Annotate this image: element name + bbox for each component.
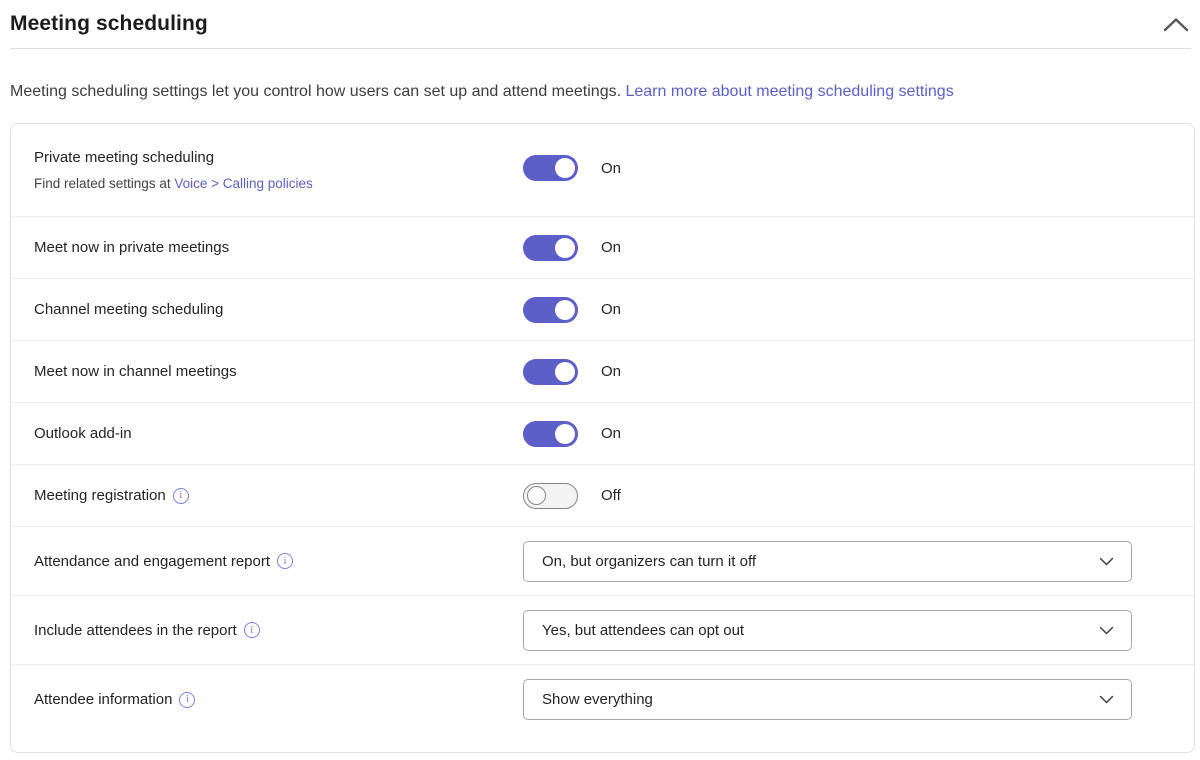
toggle-state-label: On (601, 425, 622, 442)
toggle-outlook-addin[interactable] (523, 420, 578, 447)
chevron-down-icon (1099, 557, 1114, 566)
setting-label: Meet now in channel meetings (34, 363, 237, 380)
toggle-state-label: On (601, 159, 622, 177)
setting-row-channel-meeting-scheduling: Channel meeting scheduling On (11, 279, 1194, 341)
toggle-meet-now-private[interactable] (523, 234, 578, 261)
chevron-down-icon (1099, 695, 1114, 704)
setting-label: Include attendees in the report (34, 621, 237, 639)
label-col: Channel meeting scheduling (34, 301, 523, 318)
setting-label: Meet now in private meetings (34, 239, 230, 256)
toggle-thumb (555, 361, 575, 382)
control-col: On (523, 358, 622, 385)
dropdown-attendance-report[interactable]: On, but organizers can turn it off (523, 540, 1132, 582)
dropdown-include-attendees[interactable]: Yes, but attendees can opt out (523, 609, 1132, 651)
toggle-meeting-registration[interactable] (523, 482, 578, 509)
toggle-channel-meeting-scheduling[interactable] (523, 296, 578, 323)
control-col: Show everything (523, 679, 1132, 720)
label-col: Outlook add-in (34, 425, 523, 442)
dropdown-attendee-information[interactable]: Show everything (523, 679, 1132, 720)
toggle-thumb (555, 299, 575, 320)
toggle-thumb (555, 423, 575, 444)
dropdown-selected-value: Show everything (542, 691, 653, 708)
label-col: Private meeting scheduling Find related … (34, 124, 523, 191)
control-col: On (523, 296, 622, 323)
setting-label: Meeting registration (34, 487, 166, 504)
settings-card: Private meeting scheduling Find related … (10, 123, 1195, 753)
chevron-down-icon (1099, 626, 1114, 635)
dropdown-selected-value: Yes, but attendees can opt out (542, 621, 745, 639)
setting-label: Outlook add-in (34, 425, 132, 442)
toggle-state-label: On (601, 301, 622, 318)
setting-label: Attendance and engagement report (34, 552, 271, 570)
label-col: Include attendees in the report i (34, 622, 523, 639)
dropdown-selected-value: On, but organizers can turn it off (542, 552, 757, 570)
setting-row-meeting-registration: Meeting registration i Off (11, 465, 1194, 527)
label-col: Attendee information i (34, 691, 523, 708)
toggle-thumb (527, 485, 546, 505)
setting-row-attendance-report: Attendance and engagement report i On, b… (11, 527, 1194, 596)
related-settings-note: Find related settings at Voice > Calling… (34, 176, 523, 191)
collapse-section-button[interactable] (1159, 10, 1193, 38)
setting-row-attendee-information: Attendee information i Show everything (11, 665, 1194, 734)
setting-row-meet-now-private: Meet now in private meetings On (11, 217, 1194, 279)
toggle-state-label: On (601, 239, 622, 256)
learn-more-link[interactable]: Learn more about meeting scheduling sett… (625, 83, 953, 100)
label-col: Meeting registration i (34, 487, 523, 504)
setting-label: Private meeting scheduling (34, 149, 215, 166)
info-icon[interactable]: i (243, 622, 260, 638)
page-title: Meeting scheduling (10, 12, 208, 35)
setting-row-outlook-addin: Outlook add-in On (11, 403, 1194, 465)
header-divider (10, 48, 1191, 49)
related-settings-text: Find related settings at (34, 176, 171, 191)
control-col: On (523, 124, 621, 181)
section-description: Meeting scheduling settings let you cont… (10, 79, 1025, 105)
description-text: Meeting scheduling settings let you cont… (10, 83, 622, 100)
info-icon[interactable]: i (277, 553, 294, 569)
toggle-state-label: On (601, 363, 622, 380)
toggle-thumb (555, 237, 575, 258)
control-col: On (523, 420, 622, 447)
control-col: On (523, 234, 622, 261)
setting-label: Attendee information (34, 691, 173, 708)
control-col: On, but organizers can turn it off (523, 540, 1132, 582)
label-col: Attendance and engagement report i (34, 553, 523, 570)
toggle-thumb (555, 158, 575, 178)
control-col: Off (523, 482, 621, 509)
label-col: Meet now in channel meetings (34, 363, 523, 380)
toggle-state-label: Off (601, 487, 621, 504)
section-header: Meeting scheduling (10, 0, 1195, 39)
setting-label: Channel meeting scheduling (34, 301, 224, 318)
setting-row-include-attendees: Include attendees in the report i Yes, b… (11, 596, 1194, 665)
setting-row-meet-now-channel: Meet now in channel meetings On (11, 341, 1194, 403)
setting-row-private-meeting-scheduling: Private meeting scheduling Find related … (11, 124, 1194, 217)
info-icon[interactable]: i (179, 691, 196, 708)
voice-calling-policies-link[interactable]: Voice > Calling policies (174, 176, 312, 191)
control-col: Yes, but attendees can opt out (523, 609, 1132, 651)
label-col: Meet now in private meetings (34, 239, 523, 256)
meeting-scheduling-section: Meeting scheduling Meeting scheduling se… (10, 0, 1195, 753)
info-icon[interactable]: i (172, 487, 189, 504)
toggle-meet-now-channel[interactable] (523, 358, 578, 385)
toggle-private-meeting-scheduling[interactable] (523, 155, 578, 181)
chevron-up-icon (1163, 17, 1189, 32)
